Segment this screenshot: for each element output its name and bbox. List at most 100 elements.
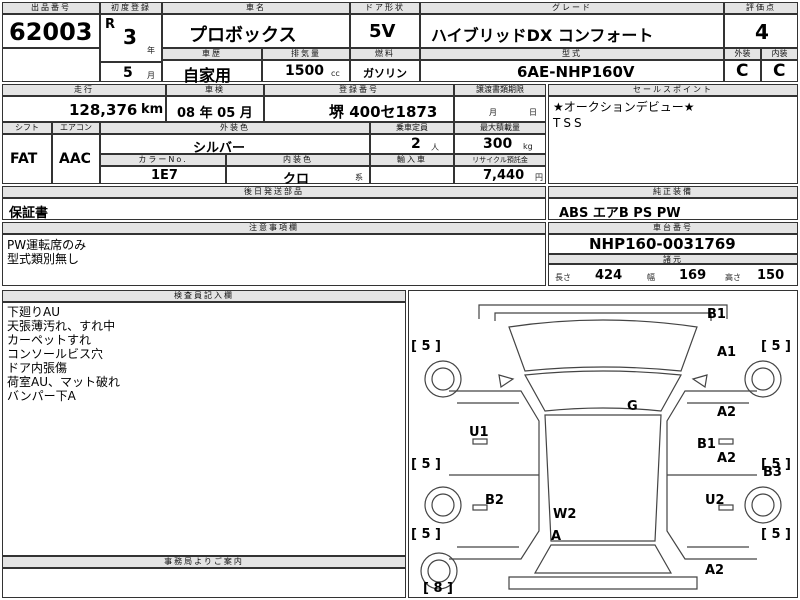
dim-width: 169 <box>679 268 707 283</box>
chassis-cell: NHP160-0031769 <box>548 234 798 254</box>
tire-mark-mr: [ 5 ] <box>761 457 791 472</box>
max-load: 300 <box>483 136 513 152</box>
first-reg-month-cell: 5 月 <box>100 62 162 82</box>
tire-mark-fl: [ 5 ] <box>411 339 441 354</box>
damage-label-g: G <box>627 399 638 414</box>
office-notice-cell <box>2 568 406 598</box>
recycle-cell: 7,440 円 <box>454 166 546 184</box>
equipment-cell: ABS エアB PS PW <box>548 198 798 221</box>
damage-label-w2: W2 <box>553 507 577 522</box>
car-diagram-panel: B1 A1 G A2 U1 B1 A2 B3 B2 U2 W2 A A2 [ 5… <box>408 290 798 598</box>
inspector-note-7: バンパー下A <box>7 389 76 403</box>
plate-header: 登録番号 <box>264 84 454 96</box>
car-name-header: 車名 <box>162 2 350 14</box>
lot-number-header: 出品番号 <box>2 2 100 14</box>
later-shipping: 保証書 <box>9 206 49 221</box>
dim-height: 150 <box>757 268 785 283</box>
shift-header: シフト <box>2 122 52 134</box>
mileage-cell: 128,376 km <box>2 96 166 122</box>
lot-number-cell: 62003 <box>2 14 100 48</box>
selling-points-header: セールスポイント <box>548 84 798 96</box>
windshield-outline <box>524 370 682 412</box>
fuel: ガソリン <box>363 67 407 80</box>
first-reg-era: R <box>105 17 116 32</box>
chassis-header: 車台番号 <box>548 222 798 234</box>
tire-mark-spare: [ 8 ] <box>423 581 453 596</box>
exterior-header: 外装 <box>724 48 761 60</box>
dim-width-label: 幅 <box>647 273 655 282</box>
displacement-unit: cc <box>331 69 340 78</box>
max-load-header: 最大積載量 <box>454 122 546 134</box>
tire-front-right <box>744 360 782 398</box>
color-no-header: カラーNo. <box>100 154 226 166</box>
damage-label-a1: A1 <box>717 345 737 360</box>
equipment-header: 純正装備 <box>548 186 798 198</box>
dimensions-cell: 長さ 424 幅 169 高さ 150 <box>548 264 798 286</box>
score-cell: 4 <box>724 14 798 48</box>
fuel-header: 燃料 <box>350 48 420 60</box>
displacement-header: 排気量 <box>262 48 350 60</box>
inspector-note-5: ドア内張傷 <box>7 361 68 375</box>
damage-label-u2: U2 <box>705 493 725 508</box>
dimensions-header: 諸元 <box>548 254 798 264</box>
door-shape-cell: 5V <box>350 14 420 48</box>
selling-point-2: TSS <box>553 116 585 130</box>
notes-header: 注意事項欄 <box>2 222 546 234</box>
ac-header: エアコン <box>52 122 100 134</box>
recycle: 7,440 <box>483 168 525 183</box>
selling-points-cell: ★オークションデビュー★ TSS <box>548 96 798 184</box>
inspection-cell: 08 年 05 月 <box>166 96 264 122</box>
ext-color-header: 外装色 <box>100 122 370 134</box>
capacity-header: 乗車定員 <box>370 122 454 134</box>
int-color: クロ <box>283 172 310 187</box>
capacity-cell: 2 人 <box>370 134 454 154</box>
damage-label-a-rear: A <box>551 529 562 544</box>
tire-mark-mr-value: 5 <box>771 457 781 472</box>
capacity-unit: 人 <box>431 143 439 152</box>
tire-mark-ml: [ 5 ] <box>411 457 441 472</box>
first-reg-header: 初度登録 <box>100 2 162 14</box>
tire-mark-rl: [ 5 ] <box>411 527 441 542</box>
recycle-header: リサイクル預託金 <box>454 154 546 166</box>
inspection-header: 車検 <box>166 84 264 96</box>
interior-grade: C <box>773 61 786 81</box>
damage-label-u1: U1 <box>469 425 489 440</box>
lot-blank-cell <box>2 48 100 82</box>
tire-mark-rr-value: 5 <box>771 527 781 542</box>
fuel-cell: ガソリン <box>350 60 420 82</box>
inspector-note-3: カーペットすれ <box>7 333 92 347</box>
max-load-cell: 300 kg <box>454 134 546 154</box>
later-shipping-cell: 保証書 <box>2 198 546 221</box>
score-header: 評価点 <box>724 2 798 14</box>
shift-cell: FAT <box>2 134 52 184</box>
door-shape-header: ドア形状 <box>350 2 420 14</box>
exterior-grade-cell: C <box>724 60 761 82</box>
note-1: PW運転席のみ <box>7 238 87 252</box>
ac: AAC <box>59 151 91 167</box>
dim-length: 424 <box>595 268 623 283</box>
inspection: 08 年 05 月 <box>177 106 253 121</box>
roof-outline <box>544 414 662 542</box>
equipment: ABS エアB PS PW <box>559 206 681 221</box>
ac-cell: AAC <box>52 134 100 184</box>
selling-point-1: ★オークションデビュー★ <box>553 100 695 114</box>
front-bumper-outline <box>478 304 728 319</box>
interior-grade-cell: C <box>761 60 798 82</box>
mileage-header: 走行 <box>2 84 166 96</box>
inspector-note-2: 天張薄汚れ、すれ中 <box>7 319 116 333</box>
displacement-cell: 1500 cc <box>262 60 350 82</box>
door-shape: 5V <box>369 21 396 42</box>
history-header: 車歴 <box>162 48 262 60</box>
inspector-note-1: 下廻りAU <box>7 305 60 319</box>
tire-front-left <box>424 360 462 398</box>
shift: FAT <box>10 151 38 167</box>
import-cell <box>370 166 454 184</box>
inspector-notes-header: 検査員記入欄 <box>2 290 406 302</box>
recycle-unit: 円 <box>535 173 543 182</box>
model-code-cell: 6AE-NHP160V <box>420 60 724 82</box>
later-shipping-header: 後日発送部品 <box>2 186 546 198</box>
exterior-grade: C <box>736 61 749 81</box>
color-no-cell: 1E7 <box>100 166 226 184</box>
mileage: 128,376 <box>69 101 138 119</box>
transfer-day: 日 <box>529 108 537 117</box>
